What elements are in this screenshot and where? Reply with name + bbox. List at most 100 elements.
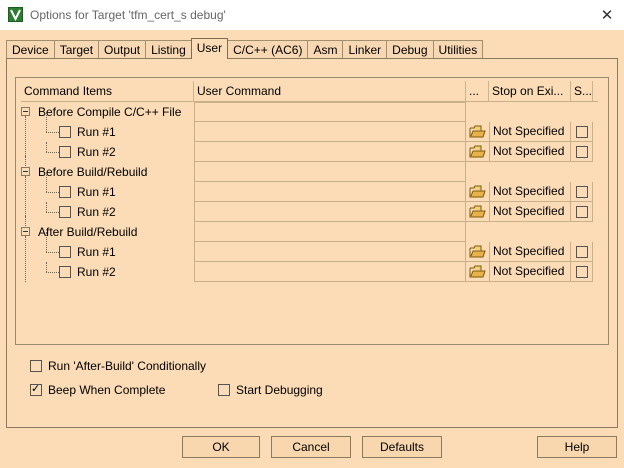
run-checkbox[interactable] [59,126,71,138]
run-checkbox[interactable] [59,186,71,198]
tab-debug[interactable]: Debug [386,40,434,58]
tree-line [46,172,47,192]
run-after-build-option[interactable]: Run 'After-Build' Conditionally [30,359,206,373]
run-checkbox[interactable] [59,146,71,158]
folder-open-icon [469,265,486,278]
title-bar: Options for Target 'tfm_cert_s debug' ✕ [0,0,624,30]
close-icon[interactable]: ✕ [590,0,624,30]
start-debugging-option[interactable]: Start Debugging [218,383,323,397]
folder-open-icon [469,245,486,258]
command-row: Run #1 Not Specified [21,172,598,202]
run-label: Run #2 [77,145,116,159]
beep-when-complete-option[interactable]: Beep When Complete [30,382,166,397]
tab-utilities[interactable]: Utilities [432,40,484,58]
group-row: Before Compile C/C++ File [21,102,598,162]
header-browse[interactable]: ... [466,81,489,101]
s-checkbox[interactable] [575,145,588,158]
group-command-cell [194,162,466,182]
tab-asm[interactable]: Asm [307,40,344,58]
group-row: After Build/Rebuild [21,216,598,282]
run-checkbox[interactable] [59,266,71,278]
user-command-input[interactable] [194,262,466,282]
s-checkbox[interactable] [575,265,588,278]
s-cell [571,242,593,262]
stop-on-exit-select[interactable]: Not Specified [489,182,571,202]
user-command-input[interactable] [194,122,466,142]
tab-target[interactable]: Target [53,40,100,58]
run-checkbox[interactable] [59,246,71,258]
header-stop-on-exit[interactable]: Stop on Exi... [489,81,571,101]
defaults-button[interactable]: Defaults [362,436,442,458]
start-debugging-checkbox[interactable] [218,384,230,396]
folder-open-icon [469,125,486,138]
tree-line [46,272,59,273]
cancel-button[interactable]: Cancel [271,436,351,458]
header-command-items[interactable]: Command Items [21,81,194,101]
browse-button[interactable] [466,202,489,222]
run-after-build-label: Run 'After-Build' Conditionally [48,359,206,373]
group-row: Before Build/Rebuild [21,156,598,222]
folder-open-icon [469,185,486,198]
collapse-icon[interactable] [21,227,30,236]
help-button[interactable]: Help [537,436,617,458]
tree-line [46,252,59,253]
browse-button[interactable] [466,182,489,202]
header-user-command[interactable]: User Command [194,81,466,101]
command-row: Run #1 Not Specified [21,112,598,142]
header-s[interactable]: S... [571,81,593,101]
tab-listing[interactable]: Listing [145,40,192,58]
stop-on-exit-select[interactable]: Not Specified [489,122,571,142]
tab-c-cpp-ac6[interactable]: C/C++ (AC6) [227,40,309,58]
stop-on-exit-select[interactable]: Not Specified [489,142,571,162]
s-checkbox[interactable] [575,185,588,198]
user-command-input[interactable] [194,202,466,222]
tab-output[interactable]: Output [98,40,147,58]
tab-user[interactable]: User [190,38,229,59]
tree-line [46,192,59,193]
group-command-cell [194,222,466,242]
run-after-build-checkbox[interactable] [30,360,42,372]
browse-button[interactable] [466,242,489,262]
tab-device[interactable]: Device [6,40,55,58]
s-checkbox[interactable] [575,125,588,138]
tree-line [46,152,59,153]
beep-when-complete-checkbox[interactable] [30,382,42,396]
command-row: Run #2 Not Specified [21,202,598,222]
stop-on-exit-select[interactable]: Not Specified [489,202,571,222]
browse-button[interactable] [466,262,489,282]
command-row: Run #2 Not Specified [21,142,598,162]
tree-line [46,142,47,152]
user-command-input[interactable] [194,242,466,262]
user-command-input[interactable] [194,142,466,162]
run-label: Run #1 [77,125,116,139]
user-tab-panel: Command Items User Command ... Stop on E… [6,58,618,428]
tree-line [46,212,59,213]
tab-strip: Device Target Output Listing User C/C++ … [6,38,484,59]
dialog-button-bar: OK Cancel Defaults Help [0,436,624,460]
ok-button[interactable]: OK [182,436,260,458]
run-label: Run #2 [77,205,116,219]
run-checkbox[interactable] [59,206,71,218]
command-grid-body: Command Items User Command ... Stop on E… [21,81,598,282]
s-checkbox[interactable] [575,245,588,258]
tree-line [46,202,47,212]
tab-linker[interactable]: Linker [342,40,388,58]
s-cell [571,182,593,202]
user-command-input[interactable] [194,182,466,202]
run-label: Run #1 [77,185,116,199]
start-debugging-label: Start Debugging [236,383,323,397]
tree-line [46,132,59,133]
stop-on-exit-select[interactable]: Not Specified [489,242,571,262]
beep-when-complete-label: Beep When Complete [48,383,166,397]
collapse-icon[interactable] [21,167,30,176]
s-cell [571,202,593,222]
browse-button[interactable] [466,122,489,142]
browse-button[interactable] [466,142,489,162]
stop-on-exit-select[interactable]: Not Specified [489,262,571,282]
s-cell [571,142,593,162]
group-label: Before Build/Rebuild [38,165,148,179]
s-checkbox[interactable] [575,205,588,218]
collapse-icon[interactable] [21,107,30,116]
tree-line [46,112,47,132]
command-grid: Command Items User Command ... Stop on E… [15,77,609,345]
